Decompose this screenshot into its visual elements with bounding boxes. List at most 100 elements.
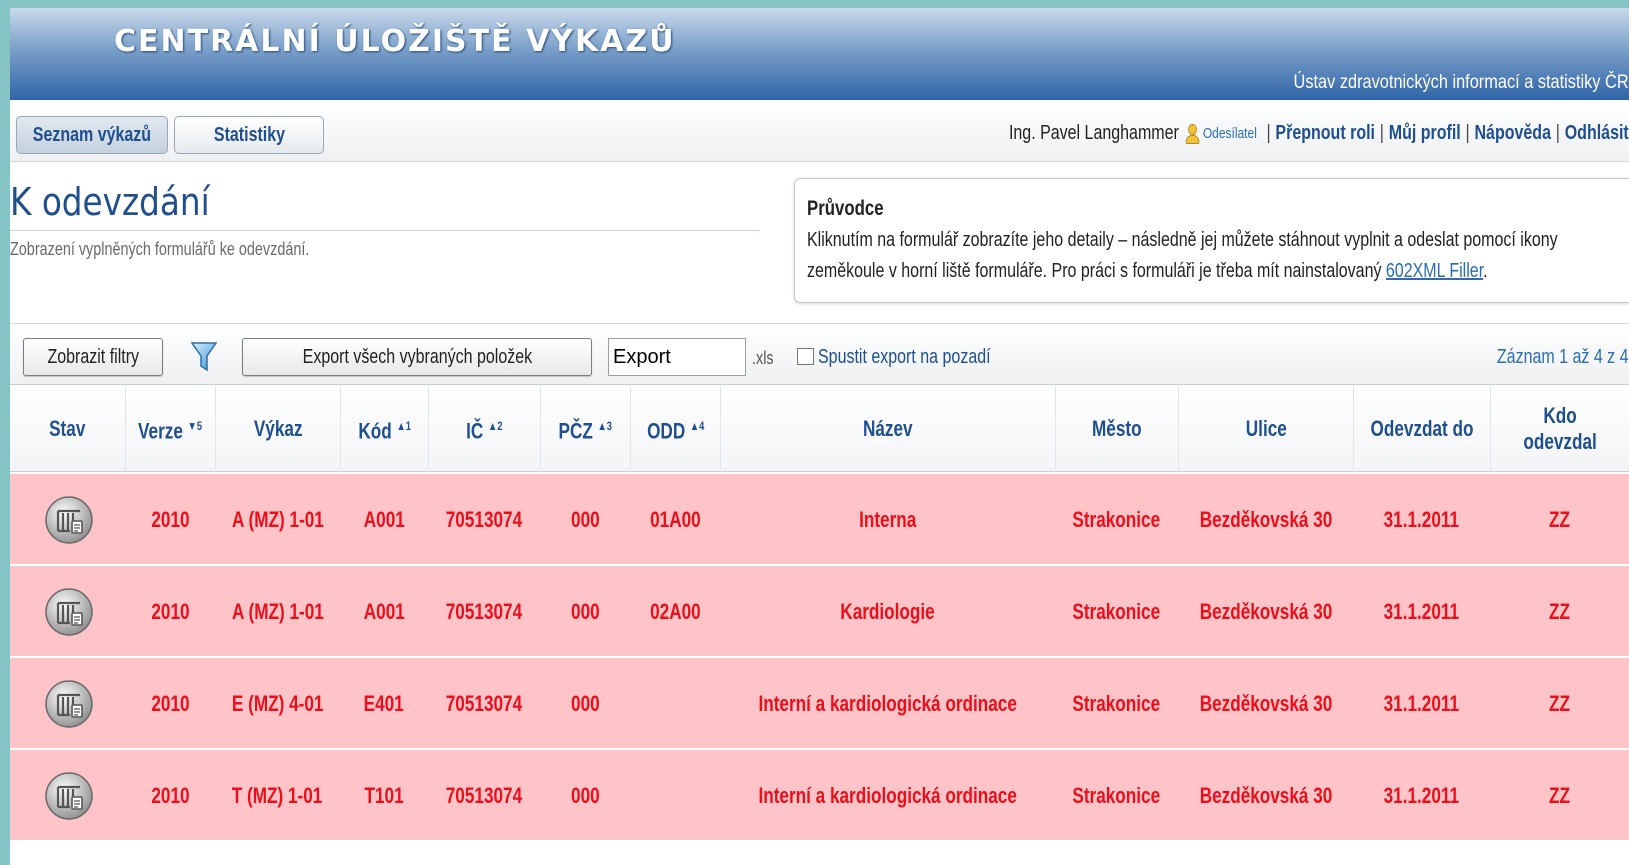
column-header-mesto[interactable]: Město — [1055, 386, 1178, 472]
separator: | — [1556, 121, 1561, 144]
logout-link[interactable]: Odhlásit — [1565, 122, 1629, 145]
cell-value: 31.1.2011 — [1383, 599, 1460, 624]
cell-value: 000 — [570, 507, 600, 532]
archive-status-icon[interactable] — [44, 495, 94, 545]
export-all-button[interactable]: Export všech vybraných položek — [242, 338, 592, 376]
button-label: Zobrazit filtry — [47, 345, 139, 368]
guide-box: Průvodce Kliknutím na formulář zobrazíte… — [794, 178, 1629, 303]
cell-nazev: Kardiologie — [720, 566, 1055, 658]
cell-odevzdat: 31.1.2011 — [1353, 566, 1490, 658]
table-toolbar: Zobrazit filtry Export všech vybraných p… — [10, 323, 1629, 385]
record-count: Záznam 1 až 4 z 4 — [1497, 346, 1629, 368]
cell-kod: A001 — [340, 474, 428, 566]
column-header-stav[interactable]: Stav — [10, 386, 125, 472]
cell-vykaz: T (MZ) 1-01 — [215, 750, 340, 842]
sort-indicator-icon: ▼5 — [188, 419, 203, 434]
help-link[interactable]: Nápověda — [1475, 122, 1551, 145]
cell-value: 31.1.2011 — [1383, 691, 1460, 716]
archive-status-icon[interactable] — [44, 679, 94, 729]
cell-value: T101 — [364, 783, 404, 808]
column-header-label: ODD ▲4 — [646, 418, 705, 444]
background-export-label[interactable]: Spustit export na pozadí — [818, 346, 991, 369]
archive-status-icon[interactable] — [44, 771, 94, 821]
cell-odevzdat: 31.1.2011 — [1353, 658, 1490, 750]
cell-kod: T101 — [340, 750, 428, 842]
cell-verze: 2010 — [125, 566, 215, 658]
table-row[interactable]: 2010 T (MZ) 1-01 T101 70513074 000 Interní a … — [10, 750, 1629, 842]
app-header: CENTRÁLNÍ ÚLOŽIŠTĚ VÝKAZŮ Ústav zdravotn… — [10, 8, 1629, 100]
column-header-label: Výkaz — [253, 416, 303, 441]
separator: | — [1266, 121, 1271, 144]
cell-nazev: Interní a kardiologická ordinace — [720, 750, 1055, 842]
column-header-ulice[interactable]: Ulice — [1178, 386, 1353, 472]
column-header-label: IČ ▲2 — [466, 418, 503, 444]
export-filename-input[interactable] — [608, 338, 746, 376]
cell-value: 02A00 — [649, 599, 701, 624]
status-cell — [10, 474, 125, 566]
cell-value: A001 — [363, 599, 405, 624]
cell-value: Strakonice — [1072, 507, 1161, 532]
my-profile-link[interactable]: Můj profil — [1389, 122, 1461, 145]
sort-indicator-icon: ▲4 — [689, 419, 705, 434]
background-export-checkbox[interactable] — [797, 348, 814, 365]
column-header-label: Kdo odevzdal — [1523, 403, 1597, 454]
table-row[interactable]: 2010 A (MZ) 1-01 A001 70513074 000 01A00 Inter… — [10, 474, 1629, 566]
cell-value: ZZ — [1549, 507, 1570, 532]
cell-value: E401 — [363, 691, 405, 716]
status-cell — [10, 566, 125, 658]
show-filters-button[interactable]: Zobrazit filtry — [23, 338, 163, 376]
tab-label: Seznam výkazů — [32, 123, 152, 146]
cell-value: 000 — [570, 599, 600, 624]
cell-odd: 02A00 — [630, 566, 720, 658]
cell-value: Bezděkovská 30 — [1199, 507, 1332, 532]
column-header-kod[interactable]: Kód ▲1 — [340, 386, 428, 472]
archive-status-icon[interactable] — [44, 587, 94, 637]
cell-verze: 2010 — [125, 658, 215, 750]
cell-kdo: ZZ — [1490, 474, 1629, 566]
column-header-verze[interactable]: Verze ▼5 — [125, 386, 215, 472]
column-header-label: Název — [863, 416, 913, 441]
title-divider — [10, 230, 760, 231]
cell-nazev: Interna — [720, 474, 1055, 566]
cell-value: 2010 — [150, 783, 190, 808]
cell-ulice: Bezděkovská 30 — [1178, 658, 1353, 750]
table-row[interactable]: 2010 E (MZ) 4-01 E401 70513074 000 Interní a … — [10, 658, 1629, 750]
cell-value: Strakonice — [1072, 599, 1161, 624]
tab-seznam-vykazu[interactable]: Seznam výkazů — [16, 116, 168, 154]
cell-value: 000 — [570, 691, 600, 716]
column-header-ic[interactable]: IČ ▲2 — [428, 386, 540, 472]
cell-odevzdat: 31.1.2011 — [1353, 750, 1490, 842]
column-header-kdo[interactable]: Kdo odevzdal — [1490, 386, 1629, 472]
column-header-odd[interactable]: ODD ▲4 — [630, 386, 720, 472]
table-row[interactable]: 2010 A (MZ) 1-01 A001 70513074 000 02A00 Kardi… — [10, 566, 1629, 658]
page-subtitle: Zobrazení vyplněných formulářů ke odevzd… — [10, 239, 310, 259]
cell-value: 70513074 — [445, 783, 523, 808]
guide-text-line: Kliknutím na formulář zobrazíte jeho det… — [807, 229, 1558, 251]
cell-value: 70513074 — [445, 691, 523, 716]
column-header-nazev[interactable]: Název — [720, 386, 1055, 472]
button-label: Export všech vybraných položek — [302, 345, 532, 368]
column-header-label: PČZ ▲3 — [558, 418, 613, 444]
switch-role-link[interactable]: Přepnout roli — [1276, 122, 1376, 145]
column-header-vykaz[interactable]: Výkaz — [215, 386, 340, 472]
cell-value: 2010 — [150, 507, 190, 532]
page-title: K odevzdání — [10, 180, 210, 224]
cell-kod: E401 — [340, 658, 428, 750]
status-cell — [10, 658, 125, 750]
table-header: Stav Verze ▼5 Výkaz Kód ▲1 IČ ▲2 PČZ ▲3 ODD ▲4 Název… — [10, 386, 1629, 472]
cell-odd — [630, 658, 720, 750]
cell-value: Strakonice — [1072, 783, 1161, 808]
cell-value: 31.1.2011 — [1383, 507, 1460, 532]
user-name: Ing. Pavel Langhammer — [1009, 121, 1180, 144]
column-header-pcz[interactable]: PČZ ▲3 — [540, 386, 630, 472]
cell-value: E (MZ) 4-01 — [231, 691, 324, 716]
user-role: Odesílatel — [1203, 124, 1258, 142]
column-header-odevzdat[interactable]: Odevzdat do — [1353, 386, 1490, 472]
filler-link[interactable]: 602XML Filler — [1386, 260, 1483, 282]
cell-value: Interní a kardiologická ordinace — [758, 783, 1017, 808]
tab-statistiky[interactable]: Statistiky — [174, 116, 324, 154]
filter-icon[interactable] — [190, 340, 218, 374]
cell-odevzdat: 31.1.2011 — [1353, 474, 1490, 566]
cell-verze: 2010 — [125, 474, 215, 566]
cell-value: ZZ — [1549, 691, 1570, 716]
